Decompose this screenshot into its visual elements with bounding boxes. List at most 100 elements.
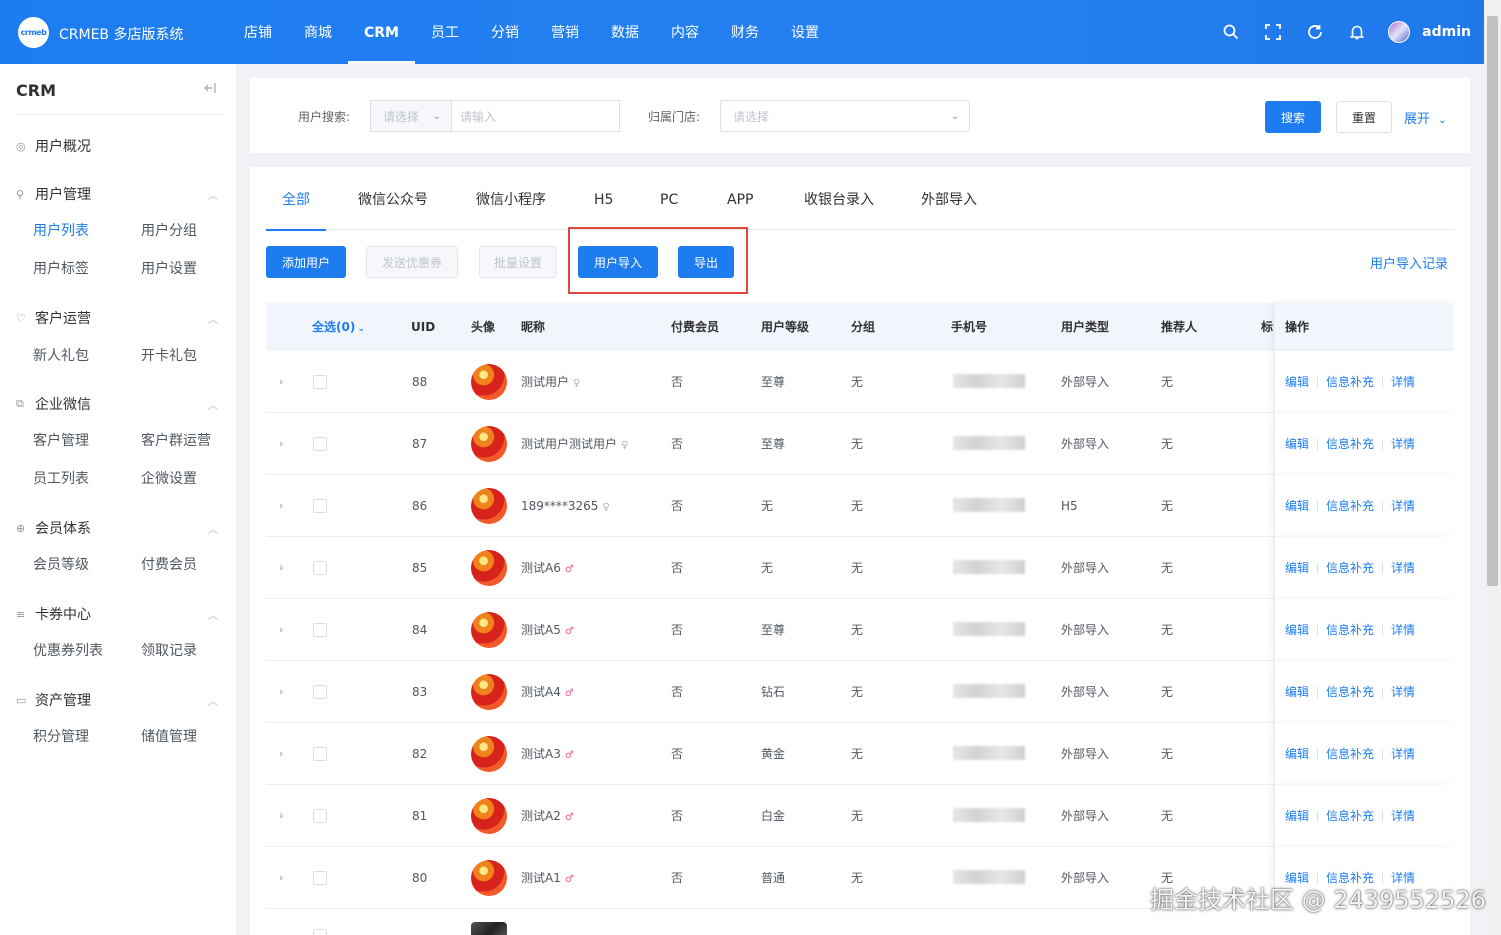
row-checkbox[interactable] [313, 499, 327, 513]
select-all-dropdown[interactable]: 全选(0) ⌄ [312, 303, 365, 353]
expand-row-icon[interactable]: › [279, 685, 283, 698]
sidebar-item[interactable]: 用户分组 [141, 220, 197, 240]
sidebar-item[interactable]: 新人礼包 [33, 345, 89, 365]
topnav-item[interactable]: 员工 [415, 0, 475, 64]
sidebar-item[interactable]: 开卡礼包 [141, 345, 197, 365]
detail-link[interactable]: 详情 [1391, 413, 1415, 475]
tab-channel[interactable]: 收银台录入 [804, 183, 874, 230]
sidebar-group[interactable]: ◎ 用户概况 [16, 134, 226, 158]
sidebar-item[interactable]: 企微设置 [141, 468, 197, 488]
row-checkbox[interactable] [313, 437, 327, 451]
tab-channel[interactable]: 微信小程序 [476, 183, 546, 230]
supplement-info-link[interactable]: 信息补充 [1326, 351, 1374, 413]
detail-link[interactable]: 详情 [1391, 785, 1415, 847]
scrollbar-thumb[interactable] [1487, 16, 1498, 586]
sidebar-item[interactable]: 用户列表 [33, 220, 89, 240]
row-checkbox[interactable] [313, 809, 327, 823]
bell-icon[interactable] [1348, 23, 1366, 41]
edit-link[interactable]: 编辑 [1285, 723, 1309, 785]
topnav-item[interactable]: 财务 [715, 0, 775, 64]
row-checkbox[interactable] [313, 929, 327, 935]
refresh-icon[interactable] [1306, 23, 1324, 41]
supplement-info-link[interactable]: 信息补充 [1326, 413, 1374, 475]
search-button[interactable]: 搜索 [1265, 101, 1321, 133]
expand-row-icon[interactable]: › [279, 747, 283, 760]
expand-row-icon[interactable]: › [279, 375, 283, 388]
brand-logo[interactable]: crmeb [18, 17, 49, 48]
sidebar-item[interactable]: 储值管理 [141, 726, 197, 746]
expand-row-icon[interactable]: › [279, 871, 283, 884]
table-row[interactable]: › 82 测试A3 ♂ 否 黄金 无 外部导入 无 编辑 信息补充 详情 [266, 723, 1454, 785]
detail-link[interactable]: 详情 [1391, 475, 1415, 537]
topnav-item[interactable]: 商城 [288, 0, 348, 64]
supplement-info-link[interactable]: 信息补充 [1326, 785, 1374, 847]
tab-channel[interactable]: 微信公众号 [358, 183, 428, 230]
expand-row-icon[interactable]: › [279, 499, 283, 512]
brand-title[interactable]: CRMEB 多店版系统 [59, 24, 183, 44]
sidebar-item[interactable]: 积分管理 [33, 726, 89, 746]
topnav-item[interactable]: 数据 [595, 0, 655, 64]
tab-channel[interactable]: H5 [594, 183, 613, 230]
batch-settings-button[interactable]: 批量设置 [479, 246, 557, 278]
table-row[interactable]: › 88 测试用户 ♀ 否 至尊 无 外部导入 无 编辑 信息补充 详情 [266, 351, 1454, 413]
table-row[interactable]: › 84 测试A5 ♂ 否 至尊 无 外部导入 无 编辑 信息补充 详情 [266, 599, 1454, 661]
reset-button[interactable]: 重置 [1336, 101, 1392, 133]
topnav-item[interactable]: CRM [348, 0, 415, 64]
search-icon[interactable] [1222, 23, 1240, 41]
expand-row-icon[interactable]: › [279, 561, 283, 574]
row-checkbox[interactable] [313, 561, 327, 575]
collapse-sidebar-icon[interactable] [203, 81, 217, 99]
sidebar-item[interactable]: 用户设置 [141, 258, 197, 278]
row-checkbox[interactable] [313, 747, 327, 761]
row-checkbox[interactable] [313, 685, 327, 699]
expand-row-icon[interactable]: › [279, 437, 283, 450]
table-row[interactable]: › 81 测试A2 ♂ 否 白金 无 外部导入 无 编辑 信息补充 详情 [266, 785, 1454, 847]
sidebar-group[interactable]: ≡ 卡券中心 ︿ [16, 602, 226, 626]
supplement-info-link[interactable]: 信息补充 [1326, 475, 1374, 537]
expand-row-icon[interactable]: › [279, 623, 283, 636]
topnav-item[interactable]: 设置 [775, 0, 835, 64]
edit-link[interactable]: 编辑 [1285, 661, 1309, 723]
store-select[interactable]: 请选择 ⌄ [720, 100, 970, 132]
edit-link[interactable]: 编辑 [1285, 537, 1309, 599]
tab-channel[interactable]: 外部导入 [921, 183, 977, 230]
topnav-item[interactable]: 店铺 [228, 0, 288, 64]
sidebar-item[interactable]: 客户管理 [33, 430, 89, 450]
page-scrollbar[interactable] [1484, 0, 1501, 935]
edit-link[interactable]: 编辑 [1285, 785, 1309, 847]
row-checkbox[interactable] [313, 871, 327, 885]
tab-channel[interactable]: PC [660, 183, 678, 230]
topnav-item[interactable]: 内容 [655, 0, 715, 64]
edit-link[interactable]: 编辑 [1285, 413, 1309, 475]
sidebar-item[interactable]: 用户标签 [33, 258, 89, 278]
table-row[interactable]: › 86 189****3265 ♀ 否 无 无 H5 无 编辑 信息补充 详情 [266, 475, 1454, 537]
sidebar-item[interactable]: 客户群运营 [141, 430, 211, 450]
sidebar-group[interactable]: ⧉ 企业微信 ︿ [16, 392, 226, 416]
expand-row-icon[interactable]: › [279, 809, 283, 822]
row-checkbox[interactable] [313, 623, 327, 637]
detail-link[interactable]: 详情 [1391, 537, 1415, 599]
topnav-item[interactable]: 营销 [535, 0, 595, 64]
detail-link[interactable]: 详情 [1391, 599, 1415, 661]
row-checkbox[interactable] [313, 375, 327, 389]
detail-link[interactable]: 详情 [1391, 661, 1415, 723]
sidebar-group[interactable]: ⊕ 会员体系 ︿ [16, 516, 226, 540]
supplement-info-link[interactable]: 信息补充 [1326, 723, 1374, 785]
detail-link[interactable]: 详情 [1391, 723, 1415, 785]
expand-filter-link[interactable]: 展开 ⌄ [1404, 108, 1447, 127]
sidebar-group[interactable]: ♡ 客户运营 ︿ [16, 306, 226, 330]
table-row[interactable]: › 87 测试用户测试用户 ♀ 否 至尊 无 外部导入 无 编辑 信息补充 详情 [266, 413, 1454, 475]
tab-channel[interactable]: 全部 [266, 183, 326, 231]
fullscreen-icon[interactable] [1264, 23, 1282, 41]
edit-link[interactable]: 编辑 [1285, 351, 1309, 413]
table-row[interactable]: › 83 测试A4 ♂ 否 钻石 无 外部导入 无 编辑 信息补充 详情 [266, 661, 1454, 723]
supplement-info-link[interactable]: 信息补充 [1326, 661, 1374, 723]
add-user-button[interactable]: 添加用户 [266, 246, 346, 278]
sidebar-item[interactable]: 领取记录 [141, 640, 197, 660]
sidebar-item[interactable]: 付费会员 [141, 554, 197, 574]
table-row[interactable]: › 85 测试A6 ♂ 否 无 无 外部导入 无 编辑 信息补充 详情 [266, 537, 1454, 599]
tab-channel[interactable]: APP [727, 183, 753, 230]
sidebar-group[interactable]: ▭ 资产管理 ︿ [16, 688, 226, 712]
user-avatar[interactable] [1388, 21, 1411, 43]
send-coupon-button[interactable]: 发送优惠券 [366, 246, 458, 278]
